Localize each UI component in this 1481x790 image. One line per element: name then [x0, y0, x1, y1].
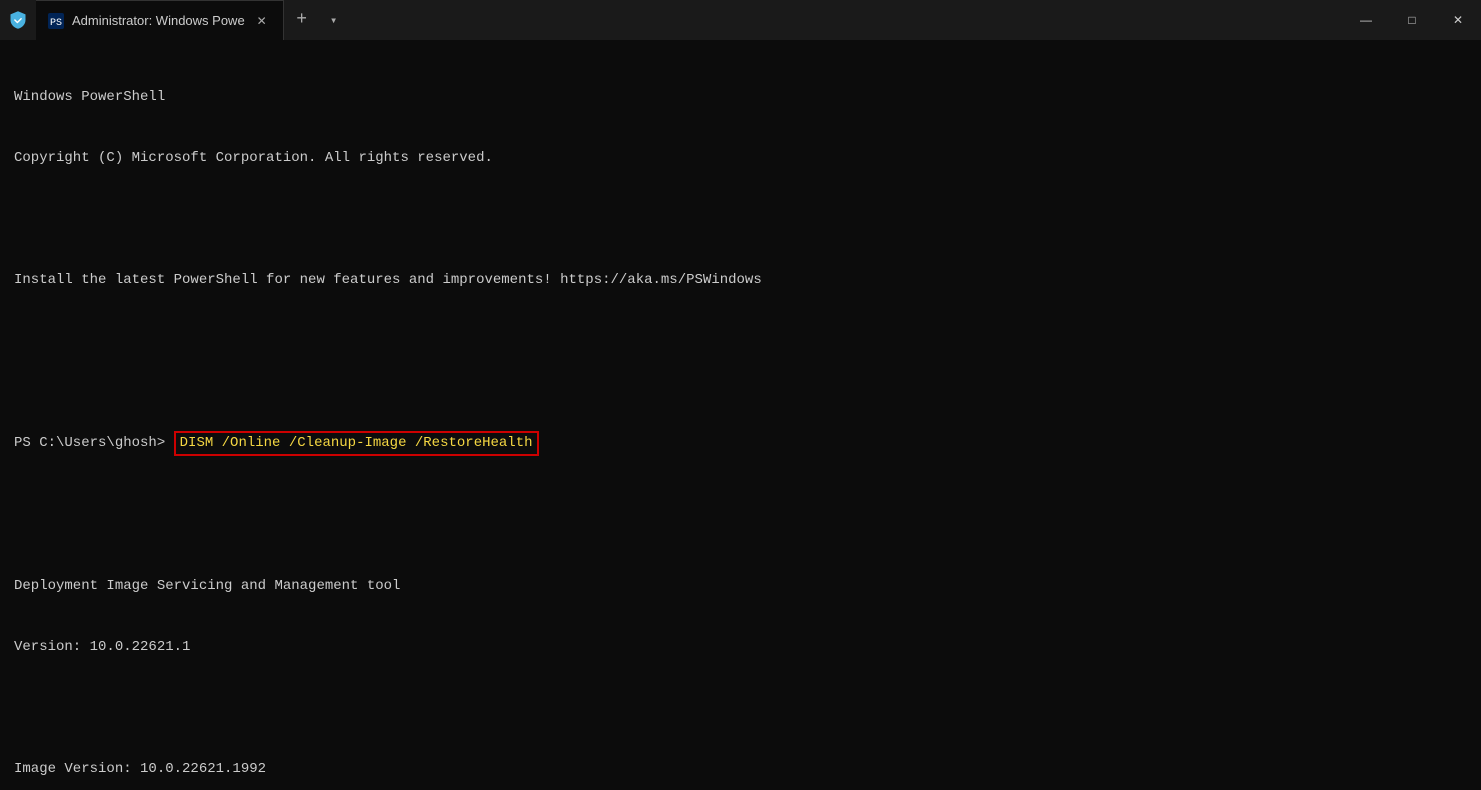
output-line-7: Deployment Image Servicing and Managemen… [14, 576, 1467, 598]
output-line-2: Copyright (C) Microsoft Corporation. All… [14, 148, 1467, 170]
shield-icon [8, 10, 28, 30]
empty-line-3 [14, 515, 1467, 537]
titlebar: PS Administrator: Windows Powe ✕ + ▾ — □ [0, 0, 1481, 40]
powershell-window: PS Administrator: Windows Powe ✕ + ▾ — □ [0, 0, 1481, 790]
maximize-button[interactable]: □ [1389, 0, 1435, 40]
window-controls: — □ ✕ [1343, 0, 1481, 40]
output-line-1: Windows PowerShell [14, 87, 1467, 109]
empty-line-1 [14, 209, 1467, 231]
output-line-10: Image Version: 10.0.22621.1992 [14, 759, 1467, 781]
close-button[interactable]: ✕ [1435, 0, 1481, 40]
command-text: DISM /Online /Cleanup-Image /RestoreHeal… [174, 431, 539, 457]
empty-line-4 [14, 698, 1467, 720]
minimize-button[interactable]: — [1343, 0, 1389, 40]
tab-powershell-icon: PS [48, 13, 64, 29]
new-tab-button[interactable]: + [284, 0, 320, 40]
svg-text:PS: PS [50, 18, 62, 29]
active-tab[interactable]: PS Administrator: Windows Powe ✕ [36, 0, 284, 40]
tab-dropdown-button[interactable]: ▾ [320, 0, 348, 40]
output-line-8: Version: 10.0.22621.1 [14, 637, 1467, 659]
tab-close-button[interactable]: ✕ [253, 12, 271, 30]
empty-line-2 [14, 331, 1467, 353]
terminal-output[interactable]: Windows PowerShell Copyright (C) Microso… [0, 40, 1481, 790]
tab-label: Administrator: Windows Powe [72, 13, 245, 28]
titlebar-left: PS Administrator: Windows Powe ✕ + ▾ [0, 0, 1343, 40]
prompt-line: PS C:\Users\ghosh> DISM /Online /Cleanup… [14, 431, 1467, 457]
output-line-4: Install the latest PowerShell for new fe… [14, 270, 1467, 292]
prompt-text: PS C:\Users\ghosh> [14, 434, 165, 454]
